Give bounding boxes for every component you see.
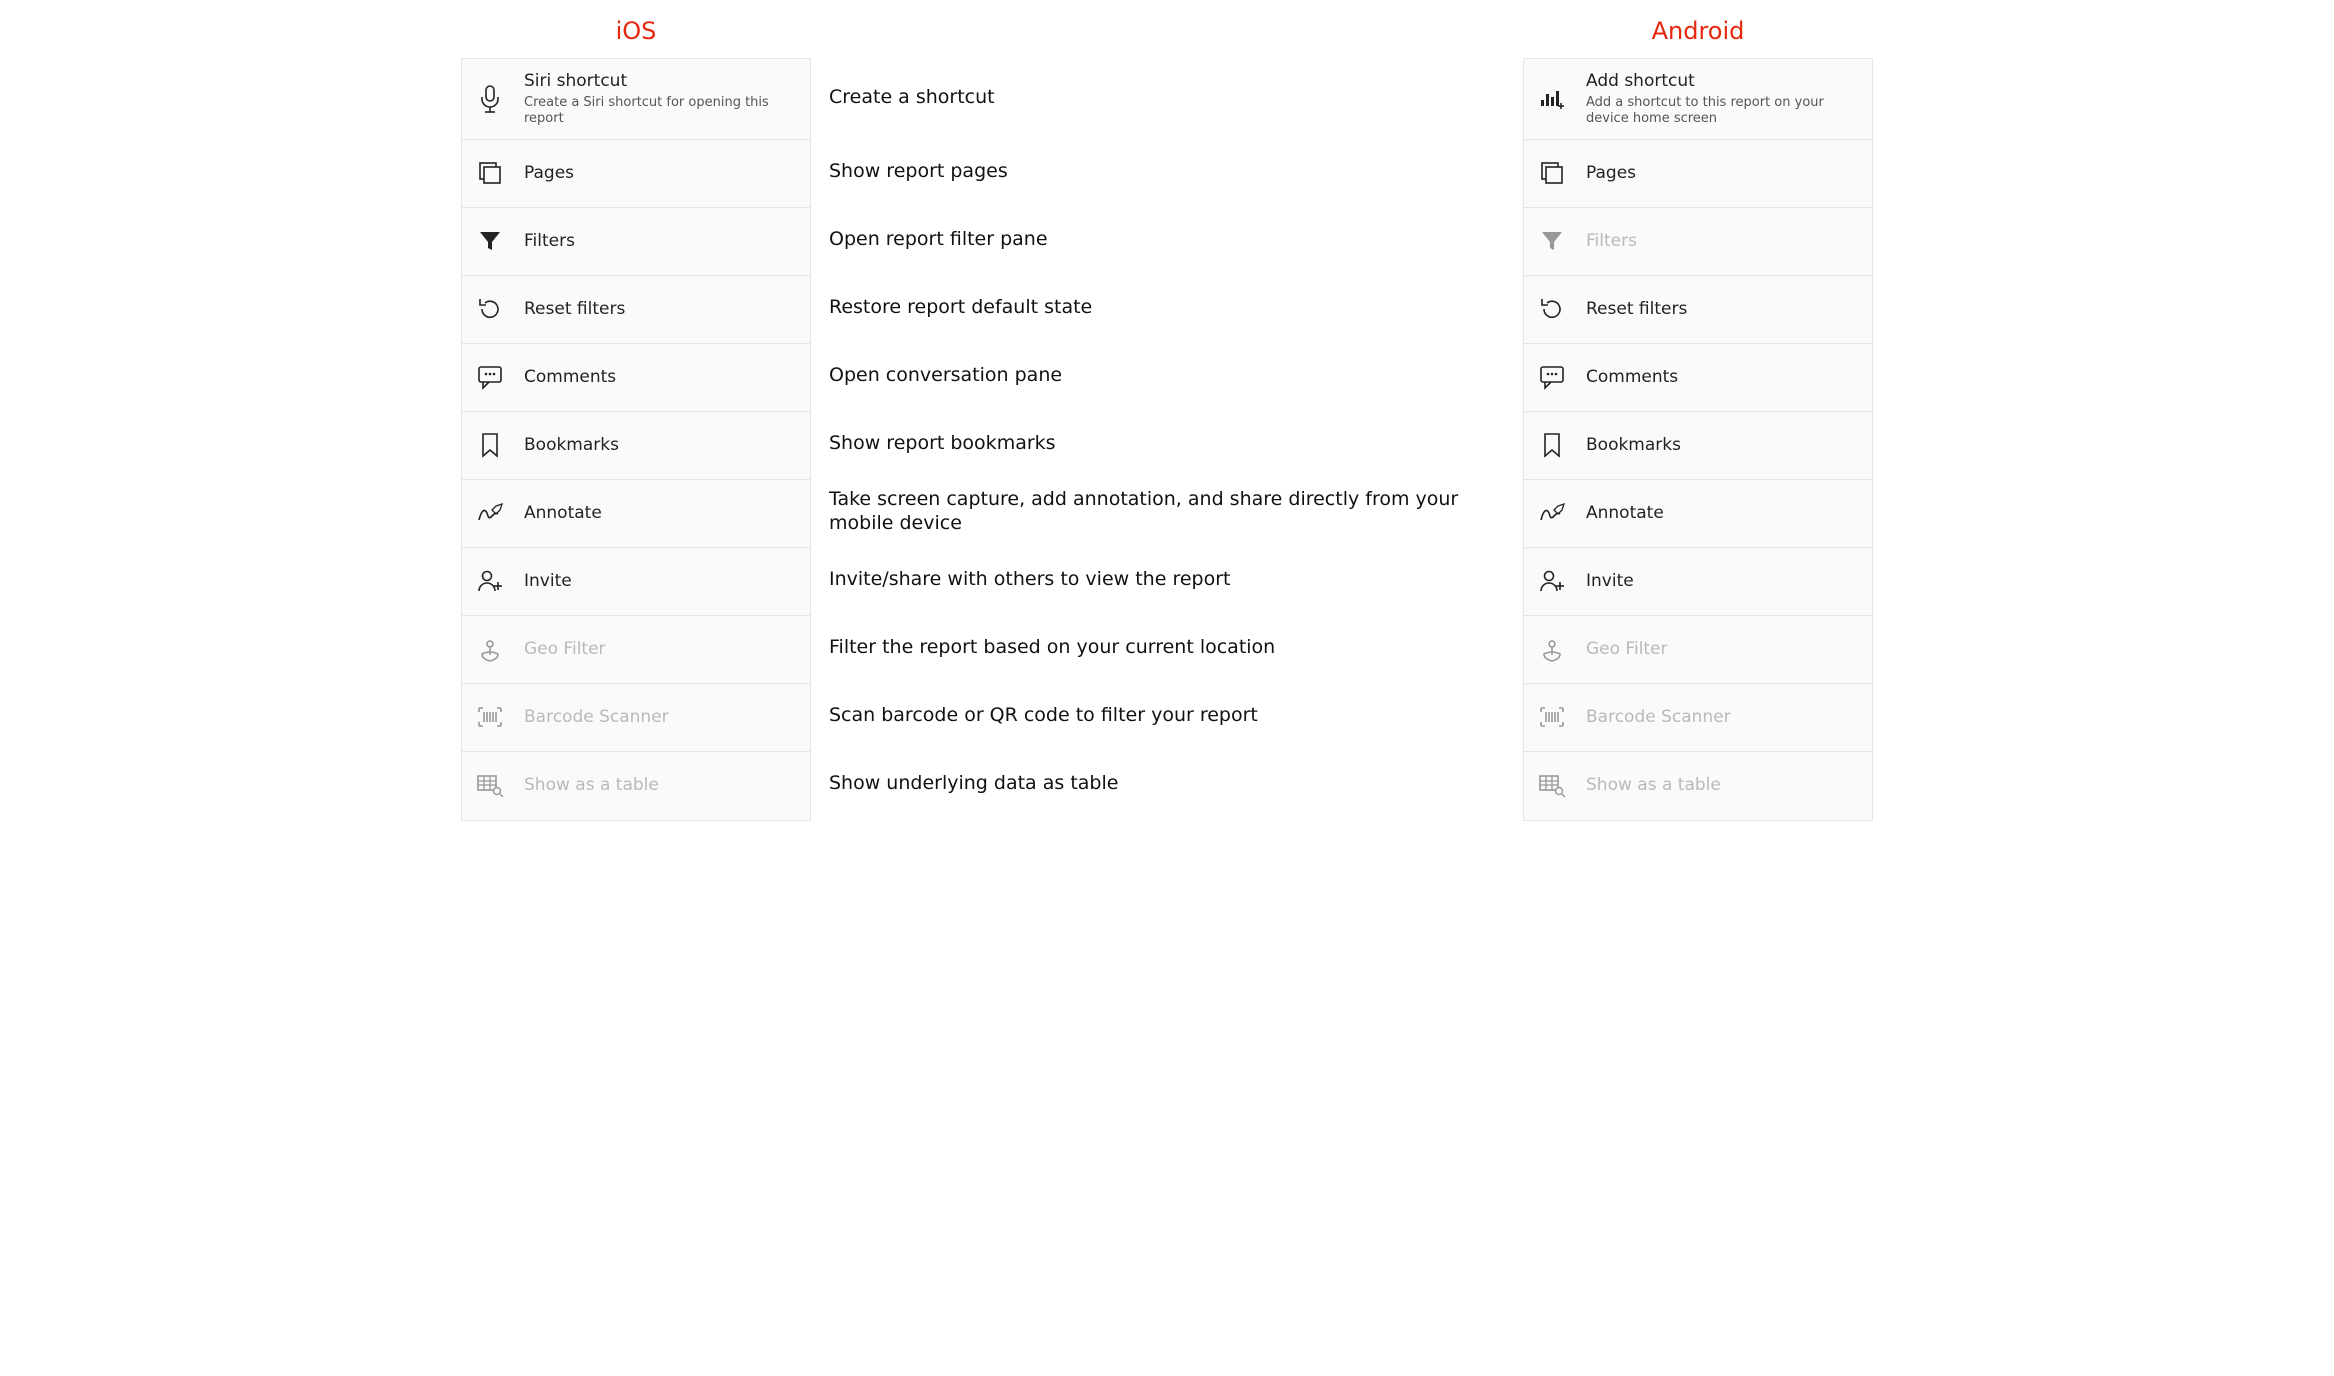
reset-icon: [1536, 297, 1568, 321]
menu-item-label: Show as a table: [1586, 775, 1721, 795]
table-icon: [474, 774, 506, 798]
android-menu-item[interactable]: Annotate: [1524, 480, 1872, 548]
ios-menu-item[interactable]: Filters: [462, 208, 810, 276]
description-text: Show underlying data as table: [829, 772, 1118, 796]
comment-icon: [474, 365, 506, 389]
description-row: Open conversation pane: [825, 342, 1509, 410]
menu-item-label: Barcode Scanner: [1586, 707, 1731, 727]
description-text: Create a shortcut: [829, 86, 995, 110]
description-text: Take screen capture, add annotation, and…: [829, 488, 1505, 536]
description-row: Take screen capture, add annotation, and…: [825, 478, 1509, 546]
filter-icon: [474, 230, 506, 252]
description-row: Create a shortcut: [825, 58, 1509, 138]
geo-icon: [1536, 636, 1568, 662]
menu-item-label: Pages: [524, 163, 574, 183]
menu-item-label: Add shortcut: [1586, 71, 1860, 91]
geo-icon: [474, 636, 506, 662]
description-text: Invite/share with others to view the rep…: [829, 568, 1230, 592]
menu-item-label: Siri shortcut: [524, 71, 798, 91]
ios-heading: iOS: [461, 10, 811, 58]
ios-menu-item[interactable]: Annotate: [462, 480, 810, 548]
description-text: Show report bookmarks: [829, 432, 1056, 456]
android-menu-item[interactable]: Bookmarks: [1524, 412, 1872, 480]
menu-item-label: Comments: [524, 367, 616, 387]
menu-item-label: Bookmarks: [524, 435, 619, 455]
menu-item-label: Geo Filter: [1586, 639, 1668, 659]
annotate-icon: [1536, 502, 1568, 524]
description-text: Scan barcode or QR code to filter your r…: [829, 704, 1258, 728]
annotate-icon: [474, 502, 506, 524]
mic-icon: [474, 85, 506, 113]
ios-menu: Siri shortcut Create a Siri shortcut for …: [461, 58, 811, 821]
addshortcut-icon: [1536, 88, 1568, 110]
description-row: Open report filter pane: [825, 206, 1509, 274]
filter-icon: [1536, 230, 1568, 252]
ios-menu-item[interactable]: Comments: [462, 344, 810, 412]
menu-item-label: Show as a table: [524, 775, 659, 795]
menu-item-label: Filters: [1586, 231, 1637, 251]
menu-item-subtext: Create a Siri shortcut for opening this …: [524, 95, 798, 126]
ios-menu-item[interactable]: Invite: [462, 548, 810, 616]
android-menu-item[interactable]: Comments: [1524, 344, 1872, 412]
menu-item-label: Bookmarks: [1586, 435, 1681, 455]
ios-menu-item[interactable]: Pages: [462, 140, 810, 208]
ios-menu-item[interactable]: Bookmarks: [462, 412, 810, 480]
android-menu-item: Barcode Scanner: [1524, 684, 1872, 752]
menu-item-label: Annotate: [1586, 503, 1664, 523]
ios-menu-item[interactable]: Reset filters: [462, 276, 810, 344]
android-menu-item: Filters: [1524, 208, 1872, 276]
bookmark-icon: [474, 432, 506, 458]
ios-menu-item: Geo Filter: [462, 616, 810, 684]
bookmark-icon: [1536, 432, 1568, 458]
android-heading: Android: [1523, 10, 1873, 58]
description-row: Show report bookmarks: [825, 410, 1509, 478]
pages-icon: [1536, 160, 1568, 186]
android-menu-item: Show as a table: [1524, 752, 1872, 820]
description-text: Filter the report based on your current …: [829, 636, 1275, 660]
description-row: Show report pages: [825, 138, 1509, 206]
android-menu-item[interactable]: Invite: [1524, 548, 1872, 616]
barcode-icon: [1536, 706, 1568, 728]
menu-item-subtext: Add a shortcut to this report on your de…: [1586, 95, 1860, 126]
menu-item-label: Invite: [1586, 571, 1634, 591]
menu-item-label: Pages: [1586, 163, 1636, 183]
menu-item-label: Barcode Scanner: [524, 707, 669, 727]
android-menu-item[interactable]: Add shortcut Add a shortcut to this repor…: [1524, 59, 1872, 140]
description-text: Show report pages: [829, 160, 1008, 184]
menu-item-label: Comments: [1586, 367, 1678, 387]
description-row: Scan barcode or QR code to filter your r…: [825, 682, 1509, 750]
descriptions-column: Create a shortcut Show report pages Open r…: [825, 10, 1509, 818]
pages-icon: [474, 160, 506, 186]
menu-item-label: Geo Filter: [524, 639, 606, 659]
ios-column: iOS Siri shortcut Create a Siri shortcut …: [461, 10, 811, 821]
menu-item-label: Annotate: [524, 503, 602, 523]
description-row: Filter the report based on your current …: [825, 614, 1509, 682]
description-text: Restore report default state: [829, 296, 1092, 320]
menu-item-label: Filters: [524, 231, 575, 251]
ios-menu-item[interactable]: Siri shortcut Create a Siri shortcut for …: [462, 59, 810, 140]
description-row: Invite/share with others to view the rep…: [825, 546, 1509, 614]
comment-icon: [1536, 365, 1568, 389]
menu-item-label: Invite: [524, 571, 572, 591]
barcode-icon: [474, 706, 506, 728]
description-row: Show underlying data as table: [825, 750, 1509, 818]
reset-icon: [474, 297, 506, 321]
android-menu-item[interactable]: Reset filters: [1524, 276, 1872, 344]
android-menu-item: Geo Filter: [1524, 616, 1872, 684]
table-icon: [1536, 774, 1568, 798]
android-menu-item[interactable]: Pages: [1524, 140, 1872, 208]
menu-item-label: Reset filters: [524, 299, 625, 319]
invite-icon: [474, 569, 506, 593]
android-menu: Add shortcut Add a shortcut to this repor…: [1523, 58, 1873, 821]
ios-menu-item: Show as a table: [462, 752, 810, 820]
description-row: Restore report default state: [825, 274, 1509, 342]
description-text: Open conversation pane: [829, 364, 1062, 388]
menu-item-label: Reset filters: [1586, 299, 1687, 319]
android-column: Android Add shortcut Add a shortcut to th…: [1523, 10, 1873, 821]
ios-menu-item: Barcode Scanner: [462, 684, 810, 752]
description-text: Open report filter pane: [829, 228, 1048, 252]
invite-icon: [1536, 569, 1568, 593]
